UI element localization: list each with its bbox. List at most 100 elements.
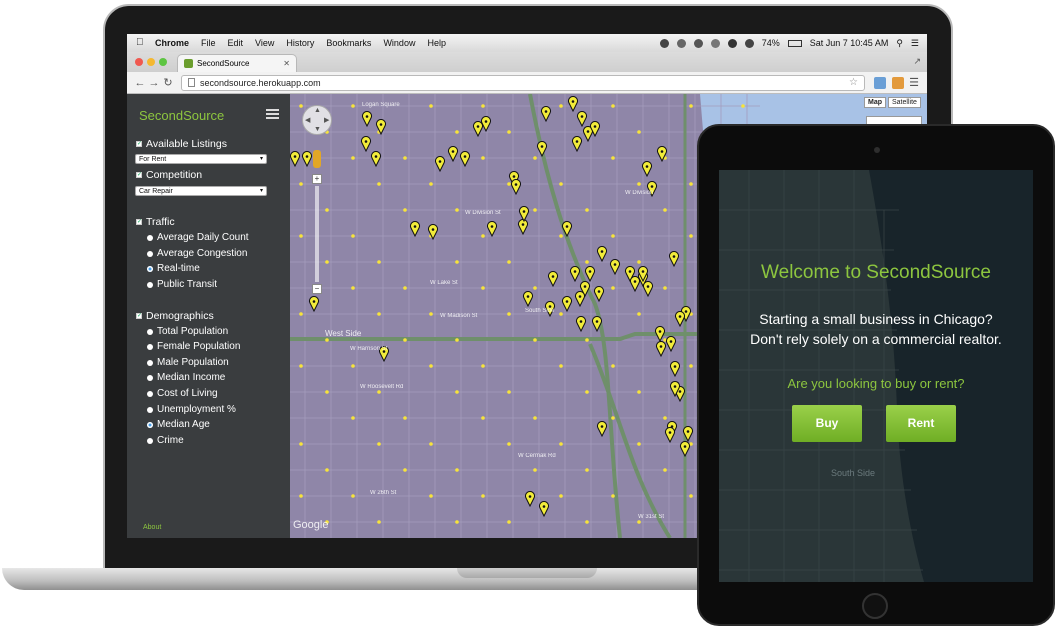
demo-option-crime[interactable]: Crime [147,435,184,446]
status-icon-1[interactable] [659,38,669,48]
battery-icon[interactable] [787,39,802,47]
checkbox-icon[interactable]: ✓ [136,172,142,178]
clock-status-icon[interactable] [710,38,720,48]
competition-toggle[interactable]: ✓ Competition [136,169,202,181]
listing-marker-dot [597,290,601,293]
listing-marker-icon [562,296,572,313]
checkbox-icon[interactable]: ✓ [136,313,142,319]
wifi-icon[interactable] [727,38,737,48]
chevron-up-icon[interactable]: ▲ [314,107,321,114]
url-text[interactable]: secondsource.herokuapp.com [200,78,321,88]
forward-button[interactable]: → [147,77,161,89]
tab-close-icon[interactable]: ✕ [283,59,290,68]
chevron-left-icon[interactable]: ◀ [305,116,310,124]
radio-icon[interactable] [147,374,153,381]
traffic-star-icon [637,182,641,186]
radio-icon[interactable] [147,406,153,413]
demo-option-cost-of-living[interactable]: Cost of Living [147,388,218,399]
radio-icon[interactable] [147,359,153,366]
zoom-control[interactable]: + − [312,174,322,300]
traffic-toggle[interactable]: ✓ Traffic [136,216,175,228]
radio-icon[interactable] [147,437,153,444]
minimize-window-button[interactable] [147,58,155,66]
timemachine-icon[interactable] [693,38,703,48]
list-icon[interactable]: ☰ [911,38,919,49]
home-button[interactable] [862,593,888,619]
traffic-star-icon [377,182,381,186]
radio-icon[interactable] [147,328,153,335]
competition-select[interactable]: Car Repair ▾ [135,186,267,196]
checkbox-icon[interactable]: ✓ [136,141,142,147]
listing-marker-dot [476,125,480,128]
fullscreen-icon[interactable]: ↗ [913,56,921,67]
listing-marker-icon [597,246,607,263]
radio-icon[interactable] [147,390,153,397]
map-type-map-button[interactable]: Map [864,97,886,108]
demographics-toggle[interactable]: ✓ Demographics [136,310,214,322]
demo-option-female-population[interactable]: Female Population [147,341,240,352]
about-link[interactable]: About [143,524,161,531]
traffic-star-icon [325,390,329,394]
extension-icon[interactable] [874,76,886,89]
zoom-in-button[interactable]: + [312,174,322,184]
browser-tab[interactable]: SecondSource ✕ [177,54,297,72]
menu-file[interactable]: File [201,38,216,48]
close-window-button[interactable] [135,58,143,66]
rent-button[interactable]: Rent [886,405,956,442]
traffic-star-icon [351,234,355,238]
available-listings-toggle[interactable]: ✓ Available Listings [136,138,227,150]
zoom-slider[interactable] [315,186,319,282]
listings-select[interactable]: For Rent ▾ [135,154,267,164]
menu-app-name[interactable]: Chrome [155,38,189,48]
radio-icon[interactable] [147,343,153,350]
status-icon-2[interactable] [676,38,686,48]
radio-icon[interactable] [147,250,153,257]
buy-button[interactable]: Buy [792,405,862,442]
chrome-menu-icon[interactable]: ☰ [907,76,921,89]
zoom-out-button[interactable]: − [312,284,322,294]
option-label: Average Daily Count [157,232,249,243]
traffic-star-icon [351,494,355,498]
extension-icon-2[interactable] [892,76,904,89]
zoom-window-button[interactable] [159,58,167,66]
menu-bookmarks[interactable]: Bookmarks [326,38,371,48]
option-label: Cost of Living [157,388,218,399]
search-icon[interactable]: ⚲ [896,38,903,49]
map-type-satellite-button[interactable]: Satellite [888,97,921,108]
menu-window[interactable]: Window [383,38,415,48]
bookmark-star-icon[interactable]: ☆ [849,77,858,88]
menu-view[interactable]: View [255,38,274,48]
traffic-option-congestion[interactable]: Average Congestion [147,248,247,259]
street-view-pegman-icon[interactable] [313,150,321,168]
hamburger-menu-icon[interactable] [266,109,279,120]
radio-icon[interactable] [147,234,153,241]
battery-percent[interactable]: 74% [762,38,780,48]
traffic-option-realtime[interactable]: Real-time [147,263,200,274]
checkbox-icon[interactable]: ✓ [136,219,142,225]
menu-edit[interactable]: Edit [228,38,244,48]
traffic-option-daily-count[interactable]: Average Daily Count [147,232,249,243]
volume-icon[interactable] [744,38,754,48]
brand-title[interactable]: SecondSource [139,108,224,123]
radio-selected-icon[interactable] [147,421,153,428]
demo-option-median-income[interactable]: Median Income [147,372,225,383]
menu-history[interactable]: History [286,38,314,48]
demo-option-male-population[interactable]: Male Population [147,357,229,368]
chevron-right-icon[interactable]: ▶ [324,116,329,124]
chevron-down-icon[interactable]: ▼ [314,126,321,133]
radio-selected-icon[interactable] [147,265,153,272]
back-button[interactable]: ← [133,77,147,89]
traffic-star-icon [351,156,355,160]
demo-option-unemployment[interactable]: Unemployment % [147,404,236,415]
traffic-option-transit[interactable]: Public Transit [147,279,217,290]
radio-icon[interactable] [147,281,153,288]
menu-help[interactable]: Help [427,38,446,48]
address-bar[interactable]: secondsource.herokuapp.com ☆ [181,74,865,91]
apple-icon[interactable]:  [136,38,148,48]
map-pan-control[interactable]: ▲ ▼ ◀ ▶ [302,105,332,135]
reload-button[interactable]: ↻ [161,76,175,89]
menubar-clock[interactable]: Sat Jun 7 10:45 AM [810,38,889,48]
demo-option-median-age[interactable]: Median Age [147,419,210,430]
demo-option-total-population[interactable]: Total Population [147,326,228,337]
listing-marker-icon [642,161,652,178]
